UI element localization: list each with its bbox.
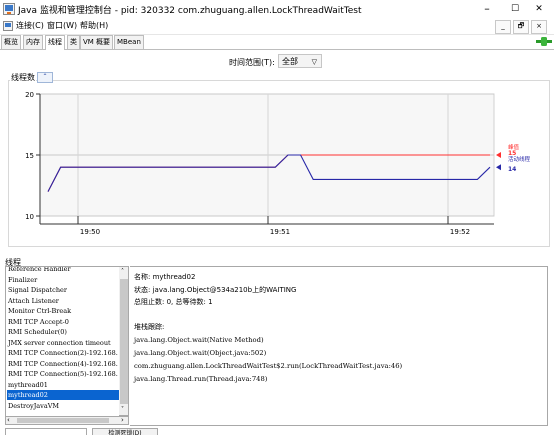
thread-list-item[interactable]: JMX server connection timeout <box>7 338 120 348</box>
menu-bar: 连接(C) 窗口(W) 帮助(H) <box>0 18 554 35</box>
scroll-down-icon[interactable]: ˅ <box>121 406 124 413</box>
thread-list-item[interactable]: RMI TCP Accept-0 <box>7 317 120 327</box>
inner-close-button[interactable]: × <box>531 20 547 34</box>
legend-series-name: 活动线程 <box>508 155 531 163</box>
stack-frame: java.lang.Object.wait(Object.java:502) <box>134 349 267 357</box>
inner-restore-button[interactable]: 🗗 <box>513 20 529 34</box>
tab-overview[interactable]: 概览 <box>1 35 21 49</box>
series-end-marker <box>496 164 501 171</box>
thread-list: Reference Handler Finalizer Signal Dispatc… <box>5 266 121 418</box>
inner-minimize-button[interactable]: _ <box>495 20 511 34</box>
stack-frame: java.lang.Thread.run(Thread.java:748) <box>134 375 268 383</box>
legend-series-value: 14 <box>508 166 516 173</box>
series-end-marker <box>496 152 501 158</box>
menu-connect[interactable]: 连接(C) <box>16 20 44 31</box>
x-tick-label: 19:51 <box>270 228 290 236</box>
thread-list-item[interactable]: RMI Scheduler(0) <box>7 327 120 337</box>
y-tick-label: 10 <box>25 213 34 221</box>
stack-frame: com.zhuguang.allen.LockThreadWaitTest$2.… <box>134 362 403 370</box>
thread-state-line: 状态: java.lang.Object@534a210b上的WAITING <box>134 286 297 294</box>
thread-list-item[interactable]: mythread02 <box>7 390 120 400</box>
tab-bar: 概览 内存 线程 类 VM 概要 MBean <box>0 35 554 50</box>
chevron-up-icon[interactable]: ⌃ <box>37 72 53 83</box>
thread-blocked-line: 总阻止数: 0, 总等待数: 1 <box>134 298 213 306</box>
close-button[interactable]: ✕ <box>522 0 554 18</box>
menu-window[interactable]: 窗口(W) <box>47 20 77 31</box>
thread-count-chart: 10152019:50 19:51 19:52峰值15活动线程14 <box>25 91 531 236</box>
thread-list-item[interactable]: Reference Handler <box>7 267 120 274</box>
horizontal-scroll-thumb[interactable] <box>17 418 109 423</box>
thread-list-item[interactable]: RMI TCP Connection(5)-192.168. <box>7 369 120 379</box>
thread-list-item[interactable]: RMI TCP Connection(4)-192.168. <box>7 359 120 369</box>
java-console-icon <box>3 3 15 15</box>
thread-list-item[interactable]: Signal Dispatcher <box>7 285 120 295</box>
x-tick-label: 19:52 <box>450 228 470 236</box>
y-tick-label: 20 <box>25 91 34 99</box>
tab-vm-summary[interactable]: VM 概要 <box>80 35 114 49</box>
thread-list-item[interactable]: DestroyJavaVM <box>7 401 120 411</box>
tab-mbean[interactable]: MBean <box>114 35 144 49</box>
thread-list-item[interactable]: RMI TCP Connection(2)-192.168. <box>7 348 120 358</box>
scroll-left-icon[interactable]: ‹ <box>7 416 10 424</box>
title-bar: Java 监视和管理控制台 - pid: 320332 com.zhuguang… <box>0 0 554 18</box>
vertical-scroll-thumb[interactable] <box>120 279 128 404</box>
x-tick-label: 19:50 <box>80 228 100 236</box>
scroll-right-icon[interactable]: › <box>121 416 124 424</box>
connection-status-icon <box>536 37 552 46</box>
tab-memory[interactable]: 内存 <box>23 35 43 49</box>
stack-frame: java.lang.Object.wait(Native Method) <box>134 336 264 344</box>
chevron-down-icon: ▽ <box>311 58 317 66</box>
window-title: Java 监视和管理控制台 - pid: 320332 com.zhuguang… <box>18 6 362 16</box>
time-range-select[interactable]: 全部 ▽ <box>278 54 322 68</box>
time-range-label: 时间范围(T): <box>229 58 275 67</box>
stack-trace-header: 堆栈跟踪: <box>134 323 165 331</box>
thread-count-label: 线程数 <box>10 72 36 83</box>
tab-threads[interactable]: 线程 <box>45 35 65 50</box>
menu-help[interactable]: 帮助(H) <box>80 20 108 31</box>
thread-list-item[interactable]: mythread01 <box>7 380 120 390</box>
time-range-value: 全部 <box>282 57 298 66</box>
thread-list-item[interactable]: Attach Listener <box>7 296 120 306</box>
tab-classes[interactable]: 类 <box>67 35 80 49</box>
thread-name-line: 名称: mythread02 <box>134 273 196 281</box>
thread-list-item[interactable]: Finalizer <box>7 275 120 285</box>
console-menu-icon <box>3 21 13 31</box>
scroll-up-icon[interactable]: ˄ <box>121 268 124 275</box>
legend-series-value: 15 <box>508 150 516 157</box>
thread-list-item[interactable]: Monitor Ctrl-Break <box>7 306 120 316</box>
y-tick-label: 15 <box>25 152 34 160</box>
